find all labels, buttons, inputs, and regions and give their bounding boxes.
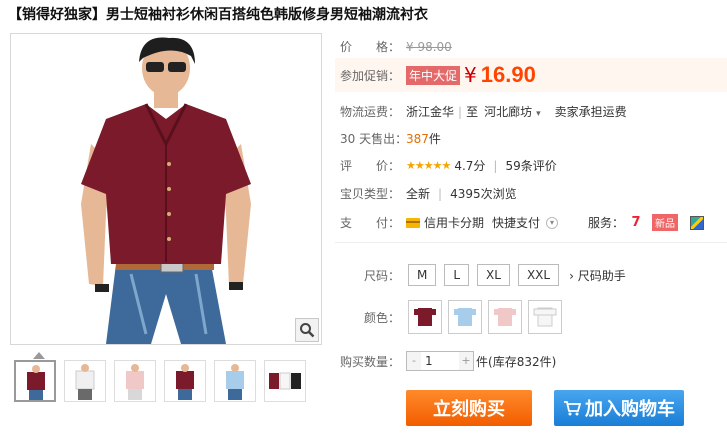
sales-row: 30 天售出： 387 件 [340,130,441,147]
size-helper-label: 尺码助手 [577,268,626,283]
size-option-m[interactable]: M [408,264,437,286]
view-count: 4395次浏览 [450,187,517,201]
price-label: 价 格： [340,40,401,54]
size-option-l[interactable]: L [444,264,470,286]
payment-label: 支 付： [340,216,401,230]
currency-symbol: ¥ [464,63,477,87]
increment-button[interactable]: + [459,352,473,370]
separator: | [438,186,443,201]
quantity-label: 购买数量： [340,354,401,369]
thumbnail[interactable] [214,360,256,402]
new-product-badge[interactable]: 新品 [652,214,679,231]
color-swatch-blue[interactable] [448,300,482,334]
add-to-cart-label: 加入购物车 [585,399,675,420]
thumbnail[interactable] [14,360,56,402]
promo-price: 16.90 [480,62,536,87]
ship-to-select[interactable]: 河北廊坊 ▾ [484,103,541,120]
color-swatch-image [494,308,516,326]
add-to-cart-button[interactable]: 加入购物车 [554,390,684,426]
thumbnail-image [226,364,244,400]
sales-count: 387 [406,131,429,146]
thumbnail[interactable] [114,360,156,402]
size-row: 尺码： M L XL XXL › 尺码助手 [364,264,626,286]
thumbnail[interactable] [164,360,206,402]
thumbnail[interactable] [264,360,306,402]
quick-pay[interactable]: 快捷支付 [492,214,540,231]
magnifier-icon [300,323,315,338]
thumbnail-image [176,364,194,400]
buy-now-button[interactable]: 立刻购买 [406,390,532,426]
service-label: 服务： [588,216,625,230]
color-swatch-pink[interactable] [488,300,522,334]
rating-score: 4.7分 [454,159,486,173]
type-label: 宝贝类型： [340,187,401,201]
size-label: 尺码： [364,268,401,283]
shipping-label: 物流运费： [340,105,401,119]
rating-label: 评 价： [340,159,401,173]
stock-count: (库存832件) [488,354,557,369]
credit-installment[interactable]: 信用卡分期 [424,214,484,231]
cart-icon [564,401,581,416]
sales-label: 30 天售出： [340,132,408,146]
product-title: 【销得好独家】男士短袖衬衫休闲百搭纯色韩版修身男短袖潮流衬衣 [8,7,428,23]
thumbnail-image [75,364,95,400]
ship-from: 浙江金华 [406,105,455,119]
separator: | [493,158,498,173]
color-swatch-image [533,307,557,327]
ship-to-label: 至 [466,105,479,119]
quantity-stepper: - 1 + [406,351,474,371]
quantity-unit: 件 [476,354,489,369]
thumbnail-image [27,365,45,400]
sales-unit: 件 [428,132,441,146]
promo-label: 参加促销： [340,68,401,83]
seven-day-return-icon[interactable]: 7 [628,215,644,231]
type-row: 宝贝类型： 全新 | 4395次浏览 [340,185,517,202]
color-label: 颜色： [364,310,401,325]
color-row: 颜色： [364,300,568,334]
size-option-xl[interactable]: XL [477,264,510,286]
model-shirt-illustration [11,34,321,344]
promo-tag[interactable]: 年中大促 [406,65,461,85]
promo-price-row: 参加促销： 年中大促 ¥ 16.90 [340,62,536,88]
original-price-row: 价 格： ¥ 98.00 [340,38,452,55]
thumbnail[interactable] [64,360,106,402]
shipping-note: 卖家承担运费 [554,105,627,119]
ship-to: 河北廊坊 [484,105,533,119]
chevron-right-icon: › [569,268,574,283]
quantity-row: 购买数量： - 1 + 件 (库存832件) [340,351,556,371]
size-helper-link[interactable]: › 尺码助手 [569,267,626,284]
reviews-link[interactable]: 59条评价 [505,157,556,174]
rating-row: 评 价： ★★★★★ 4.7分 | 59条评价 [340,157,557,174]
rating-stars: ★★★★★ [406,159,451,172]
thumbnail-image [269,372,301,390]
size-option-xxl[interactable]: XXL [517,264,560,286]
color-swatch-white[interactable] [528,300,562,334]
chevron-down-icon[interactable]: ▾ [546,216,559,229]
payment-row: 支 付： 信用卡分期 快捷支付 ▾ 服务： 7 新品 [340,214,705,231]
zoom-button[interactable] [295,318,319,342]
separator: | [458,104,463,119]
credit-card-icon [406,217,420,228]
thumbnail-image [126,364,144,400]
original-price: ¥ 98.00 [406,39,452,54]
shipping-row: 物流运费： 浙江金华 | 至 河北廊坊 ▾ 卖家承担运费 [340,103,627,120]
color-swatch-image [414,308,436,326]
divider [335,242,727,243]
service-flag-icon[interactable] [690,215,705,230]
thumb-active-arrow [33,352,45,359]
main-product-image[interactable] [10,33,322,345]
item-condition: 全新 [406,187,431,201]
chevron-down-icon: ▾ [536,109,541,119]
color-swatch-image [454,308,476,326]
color-swatch-wine[interactable] [408,300,442,334]
decrement-button[interactable]: - [407,352,421,370]
quantity-input[interactable]: 1 [421,354,459,368]
thumbnail-strip [14,360,306,402]
